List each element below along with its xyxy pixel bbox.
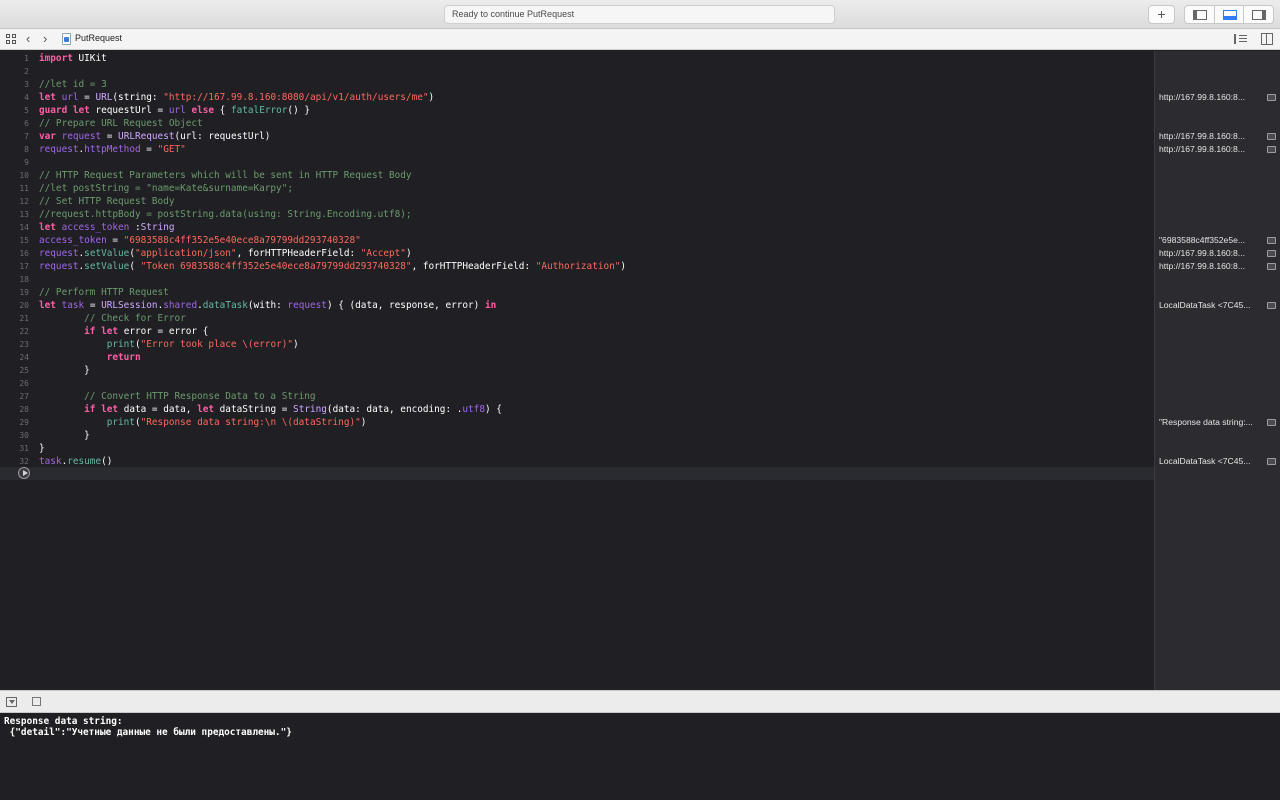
add-button[interactable]: + [1148,5,1175,24]
code-line: 25 } [19,365,90,376]
code-line: 30 } [19,430,90,441]
quick-look-icon[interactable] [1267,94,1276,101]
quick-look-icon[interactable] [1267,250,1276,257]
activity-status: Ready to continue PutRequest [444,5,835,24]
quick-look-icon[interactable] [1267,419,1276,426]
back-button[interactable]: ‹ [26,31,30,46]
code-line: 22 if let error = error { [19,326,209,337]
code-line: 14 let access_token :String [19,222,175,233]
code-line: 32 task.resume() [19,456,113,467]
quick-look-icon[interactable] [1267,458,1276,465]
code-line: 17 request.setValue( "Token 6983588c4ff35… [19,261,627,272]
code-line: 4 let url = URL(string: "http://167.99.8.… [24,92,435,103]
code-line: 24 return [19,352,141,363]
code-line: 27 // Convert HTTP Response Data to a St… [19,391,316,402]
debug-area-toggle-icon [1222,10,1237,20]
code-line: 3//let id = 3 [24,79,107,90]
code-line: 21 // Check for Error [19,313,186,324]
code-line: 5 guard let requestUrl = url else { fatal… [24,105,310,116]
code-line: 9 [24,158,29,167]
run-playground-icon[interactable] [18,467,30,479]
jump-bar: ‹ › PutRequest [0,29,1280,50]
debug-area-toggle-button[interactable] [1215,6,1245,23]
navigator-toggle-icon [1193,10,1207,20]
quick-look-icon[interactable] [1267,133,1276,140]
console-line: {"detail":"Учетные данные не были предос… [4,727,292,738]
result-item[interactable]: LocalDataTask <7C45... [1159,455,1279,468]
results-sidebar: http://167.99.8.160:8... http://167.99.8… [1154,51,1280,690]
toolbar: Ready to continue PutRequest + [0,0,1280,29]
code-line: 13//request.httpBody = postString.data(u… [19,209,412,220]
hide-debug-area-icon[interactable] [6,697,17,707]
related-items-grid-icon[interactable] [6,34,16,44]
code-line: 12// Set HTTP Request Body [19,196,175,207]
code-line: 18 [19,275,29,284]
code-editor[interactable]: 1 import UIKit 2 3//let id = 3 4 let url =… [0,51,1154,690]
quick-look-icon[interactable] [1267,263,1276,270]
current-line-highlight [0,467,1154,480]
utilities-toggle-button[interactable] [1244,6,1273,23]
file-breadcrumb[interactable]: PutRequest [75,33,122,43]
view-toggle-group [1184,5,1274,24]
result-item[interactable]: "6983588c4ff352e5e... [1159,234,1279,247]
result-item[interactable]: http://167.99.8.160:8... [1159,91,1279,104]
result-item[interactable]: LocalDataTask <7C45... [1159,299,1279,312]
code-line: 11//let postString = "name=Kate&surname=… [19,183,293,194]
code-line: 23 print("Error took place \(error)") [19,339,299,350]
code-line: 10// HTTP Request Parameters which will … [19,170,412,181]
code-line: 31} [19,443,45,454]
code-line: 16 request.setValue("application/json", f… [19,248,412,259]
code-line: 6// Prepare URL Request Object [24,118,203,129]
code-line: 1 import UIKit [24,53,107,64]
debug-bar [0,690,1280,713]
code-line: 2 [24,67,29,76]
quick-look-icon[interactable] [1267,302,1276,309]
result-item[interactable]: http://167.99.8.160:8... [1159,143,1279,156]
quick-look-icon[interactable] [1267,146,1276,153]
code-line: 29 print("Response data string:\n \(data… [19,417,367,428]
quick-look-icon[interactable] [1267,237,1276,244]
code-line: 26 [19,379,29,388]
stop-icon[interactable] [32,697,41,706]
editor-options-icon[interactable] [1234,34,1248,44]
forward-button[interactable]: › [43,31,47,46]
code-line: 8 request.httpMethod = "GET" [24,144,186,155]
code-line: 19// Perform HTTP Request [19,287,169,298]
code-line: 20 let task = URLSession.shared.dataTask(… [19,300,497,311]
console-output[interactable]: Response data string: {"detail":"Учетные… [0,713,1280,800]
code-line: 15 access_token = "6983588c4ff352e5e40ece… [19,235,361,246]
result-item[interactable]: "Response data string:... [1159,416,1279,429]
code-line: 28 if let data = data, let dataString = … [19,404,502,415]
playground-file-icon [62,33,71,45]
result-item[interactable]: http://167.99.8.160:8... [1159,260,1279,273]
result-item[interactable]: http://167.99.8.160:8... [1159,130,1279,143]
code-line: 7 var request = URLRequest(url: requestUr… [24,131,271,142]
console-line: Response data string: [4,716,123,727]
result-item[interactable]: http://167.99.8.160:8... [1159,247,1279,260]
utilities-toggle-icon [1252,10,1267,20]
split-editor-icon[interactable] [1261,33,1273,45]
navigator-toggle-button[interactable] [1185,6,1215,23]
